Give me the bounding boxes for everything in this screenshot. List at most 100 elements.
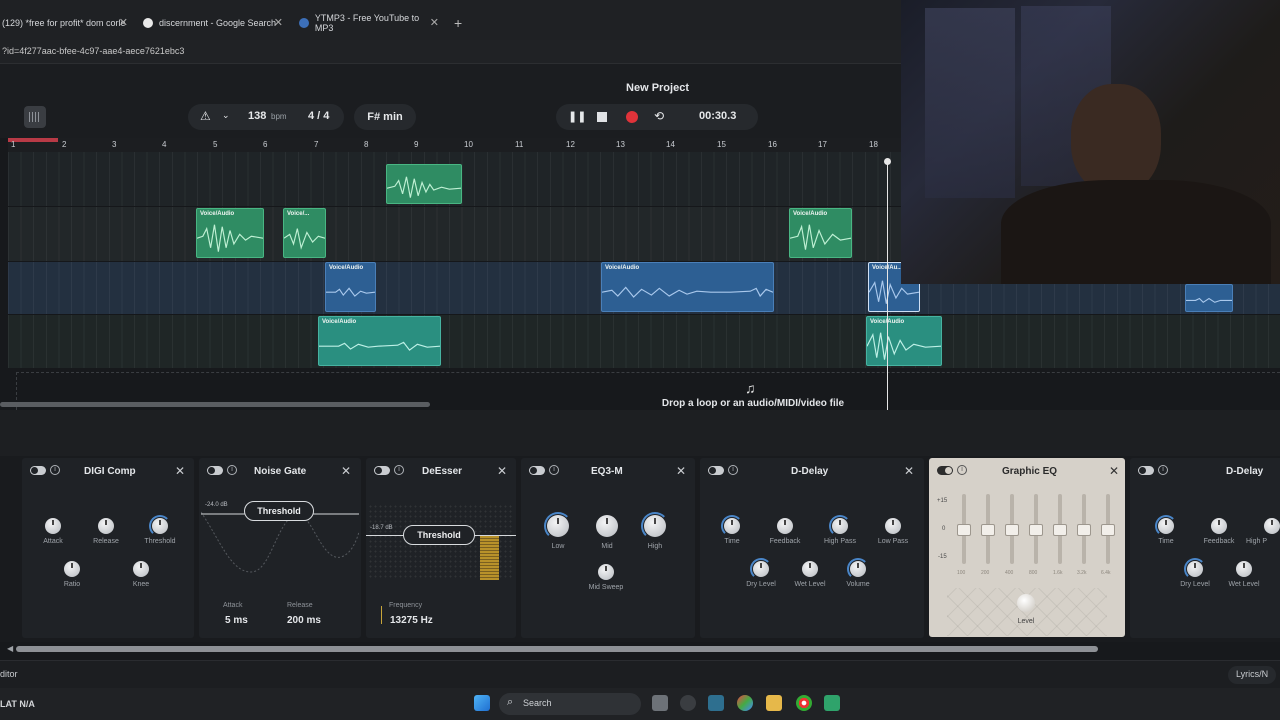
stop-icon[interactable] [597,112,607,122]
audio-clip[interactable] [1185,284,1233,312]
weather-widget[interactable]: LAT N/A [0,699,35,709]
info-icon[interactable]: i [549,465,559,475]
app-icon[interactable] [824,695,840,711]
close-icon[interactable]: ✕ [904,464,914,478]
eq-band-slider[interactable] [1029,494,1043,564]
high-knob[interactable] [644,515,666,537]
project-title[interactable]: New Project [600,82,715,94]
metronome-icon[interactable]: ⚠ [200,109,211,123]
power-toggle[interactable] [529,466,545,475]
eq-band-slider[interactable] [957,494,971,564]
close-icon[interactable]: ✕ [1109,464,1119,478]
app-icon[interactable] [708,695,724,711]
lyrics-tab[interactable]: Lyrics/N [1228,666,1277,684]
windows-start-icon[interactable] [474,695,490,711]
info-icon[interactable]: i [227,465,237,475]
power-toggle[interactable] [708,466,724,475]
close-icon[interactable]: ✕ [676,464,686,478]
eq-band-slider[interactable] [1005,494,1019,564]
close-icon[interactable]: ✕ [274,16,283,29]
audio-clip[interactable]: Voice/Audio [325,262,376,312]
feedback-knob[interactable] [777,518,793,534]
new-tab-button[interactable]: + [454,15,462,31]
close-icon[interactable]: ✕ [119,16,128,29]
app-icon[interactable] [680,695,696,711]
volume-knob[interactable] [850,561,866,577]
wet-level-knob[interactable] [1236,561,1252,577]
audio-clip[interactable]: Voice/Audio [789,208,852,258]
timeline-scrollbar[interactable] [0,402,430,407]
info-icon[interactable]: i [1158,465,1168,475]
knee-knob[interactable] [133,561,149,577]
high-pass-knob[interactable] [832,518,848,534]
editor-tab[interactable]: ditor [0,669,18,679]
dry-level-knob[interactable] [753,561,769,577]
file-explorer-icon[interactable] [766,695,782,711]
threshold-button[interactable]: Threshold [403,525,475,545]
scroll-left-icon[interactable]: ◀ [7,644,13,653]
close-icon[interactable]: ✕ [497,464,507,478]
tab-ytmp3[interactable]: YTMP3 - Free YouTube to MP3 ✕ [299,10,439,36]
attack-value[interactable]: 5 ms [225,615,248,626]
mid-knob[interactable] [596,515,618,537]
track-lane[interactable] [8,314,1280,368]
chevron-down-icon[interactable]: ⌄ [222,110,230,121]
info-icon[interactable]: i [394,465,404,475]
taskbar-search[interactable]: ⌕ Search [499,693,641,715]
audio-clip[interactable] [386,164,462,204]
close-icon[interactable]: ✕ [175,464,185,478]
task-view-icon[interactable] [652,695,668,711]
level-knob[interactable] [1017,594,1035,612]
audio-clip[interactable]: Voice/Audio [318,316,441,366]
key-selector[interactable]: F# min [354,104,416,130]
power-toggle[interactable] [207,466,223,475]
eq-band-slider[interactable] [1101,494,1115,564]
wet-level-knob[interactable] [802,561,818,577]
low-pass-knob[interactable] [885,518,901,534]
low-knob[interactable] [547,515,569,537]
threshold-button[interactable]: Threshold [244,501,314,521]
eq-band-slider[interactable] [981,494,995,564]
info-icon[interactable]: i [957,465,967,475]
mid-sweep-knob[interactable] [598,564,614,580]
copilot-icon[interactable] [737,695,753,711]
attack-knob[interactable] [45,518,61,534]
playhead[interactable] [884,158,891,410]
audio-clip[interactable]: Voice/Audio [601,262,774,312]
power-toggle[interactable] [1138,466,1154,475]
threshold-knob[interactable] [152,518,168,534]
time-knob[interactable] [724,518,740,534]
tab-google[interactable]: discernment - Google Search ✕ [143,10,283,36]
bpm-value[interactable]: 138 [248,110,266,122]
info-icon[interactable]: i [728,465,738,475]
info-icon[interactable]: i [50,465,60,475]
audio-clip[interactable]: Voice/Audio [196,208,264,258]
grid-icon[interactable] [24,106,46,128]
dry-level-knob[interactable] [1187,561,1203,577]
pause-icon[interactable]: ❚❚ [568,110,586,123]
record-icon[interactable] [626,111,638,123]
audio-clip[interactable]: Voice/Audio [866,316,942,366]
power-toggle[interactable] [374,466,390,475]
ratio-knob[interactable] [64,561,80,577]
loop-icon[interactable]: ⟲ [654,109,664,123]
eq-band-slider[interactable] [1053,494,1067,564]
rack-scrollbar[interactable] [16,646,1098,652]
time-knob[interactable] [1158,518,1174,534]
high-pass-knob[interactable] [1264,518,1280,534]
close-icon[interactable]: ✕ [430,16,439,29]
tab-youtube[interactable]: (129) *free for profit* dom corle ✕ [2,10,128,36]
release-knob[interactable] [98,518,114,534]
feedback-knob[interactable] [1211,518,1227,534]
frequency-value[interactable]: 13275 Hz [390,615,433,626]
loop-region-marker[interactable] [8,138,58,142]
power-toggle[interactable] [30,466,46,475]
chrome-icon[interactable] [796,695,812,711]
knob-label: Release [93,538,119,545]
power-toggle[interactable] [937,466,953,475]
audio-clip[interactable]: Voice/... [283,208,326,258]
release-value[interactable]: 200 ms [287,615,321,626]
eq-band-slider[interactable] [1077,494,1091,564]
time-signature[interactable]: 4 / 4 [308,110,329,122]
close-icon[interactable]: ✕ [341,464,351,478]
